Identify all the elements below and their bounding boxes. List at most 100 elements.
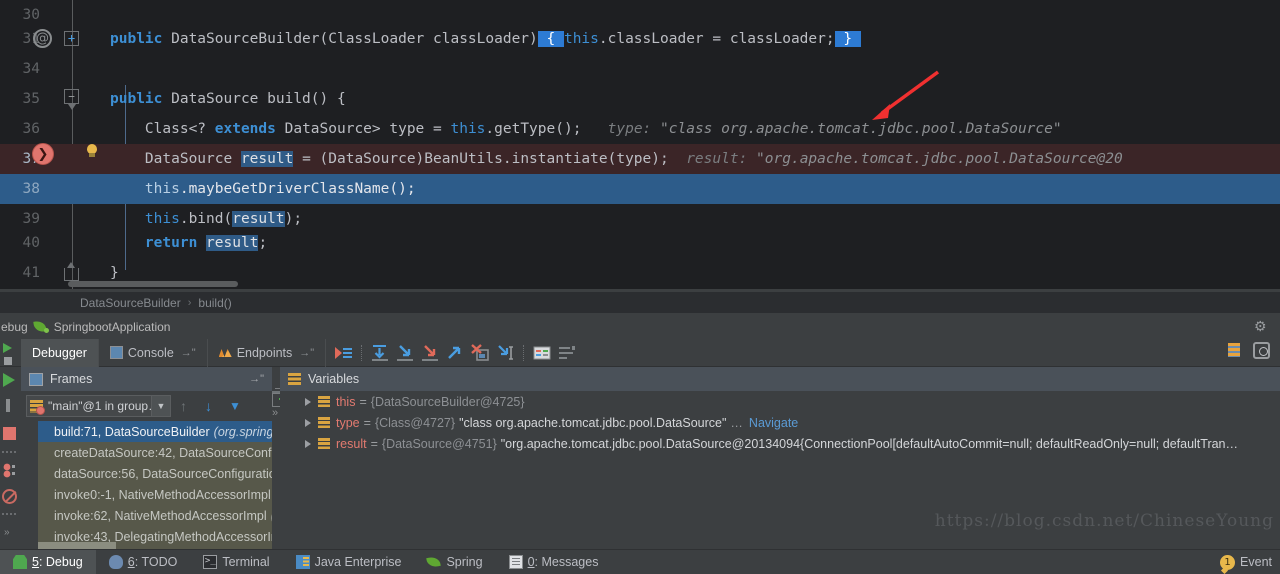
- variable-ellipsis: …: [730, 415, 743, 430]
- status-item-spring[interactable]: Spring: [414, 550, 495, 574]
- view-breakpoints-icon[interactable]: [2, 463, 17, 478]
- fold-start-icon[interactable]: −: [64, 89, 79, 110]
- frame-list-item[interactable]: invoke0:-1, NativeMethodAccessorImpl (s: [38, 484, 289, 505]
- code-line-breakpoint[interactable]: 37 DataSource result = (DataSource)BeanU…: [0, 144, 1280, 174]
- terminal-icon: >_: [203, 555, 218, 569]
- status-event-log[interactable]: 1 Event: [1220, 554, 1272, 570]
- gear-icon[interactable]: ⚙: [1254, 319, 1268, 333]
- variable-value: "org.apache.tomcat.jdbc.pool.DataSource@…: [500, 436, 1239, 451]
- variable-name: result: [336, 436, 367, 451]
- code-line[interactable]: 35 public DataSource build() {: [0, 84, 1280, 114]
- resume-program-icon[interactable]: [3, 373, 15, 387]
- status-item-todo[interactable]: 6: TODO: [96, 550, 191, 574]
- chevron-right-icon[interactable]: [302, 417, 314, 429]
- status-spring-label: Spring: [446, 555, 483, 569]
- arrow-down-icon[interactable]: [200, 396, 221, 417]
- step-out-icon[interactable]: [444, 342, 466, 364]
- resume-program-icon[interactable]: [3, 342, 12, 353]
- pause-program-icon[interactable]: [4, 356, 12, 365]
- code-line[interactable]: 31 public DataSourceBuilder(ClassLoader …: [0, 24, 1280, 54]
- code-line[interactable]: 36 Class<? extends DataSource> type = th…: [0, 114, 1280, 144]
- frame-list-item[interactable]: createDataSource:42, DataSourceConfigur: [38, 442, 289, 463]
- force-step-into-icon[interactable]: [419, 342, 441, 364]
- frame-list-item[interactable]: invoke:62, NativeMethodAccessorImpl (su: [38, 505, 289, 526]
- event-log-label[interactable]: Event: [1240, 555, 1272, 569]
- tab-console[interactable]: Console →": [99, 338, 208, 367]
- frames-pin-icon[interactable]: →": [249, 373, 264, 385]
- variable-row[interactable]: result = {DataSource@4751} "org.apache.t…: [280, 433, 1280, 454]
- evaluate-expression-icon[interactable]: [531, 342, 553, 364]
- frame-list-item[interactable]: dataSource:56, DataSourceConfiguration$: [38, 463, 289, 484]
- tab-endpoints-pin[interactable]: →": [299, 347, 314, 359]
- variables-list[interactable]: this = {DataSourceBuilder@4725} type = {…: [280, 391, 1280, 454]
- chevron-down-icon[interactable]: ▼: [151, 396, 170, 416]
- code-line[interactable]: 34: [0, 54, 1280, 84]
- variable-ref: {DataSourceBuilder@4725}: [370, 394, 525, 409]
- breadcrumb-item-class[interactable]: DataSourceBuilder: [80, 296, 181, 310]
- lightbulb-icon[interactable]: [85, 144, 99, 161]
- breakpoint-icon[interactable]: ❯: [32, 143, 54, 165]
- step-into-icon[interactable]: [394, 342, 416, 364]
- line-number: 35: [22, 91, 40, 107]
- variable-row[interactable]: this = {DataSourceBuilder@4725}: [280, 391, 1280, 412]
- mute-breakpoints-icon[interactable]: [2, 489, 17, 504]
- status-item-messages[interactable]: 0: Messages: [496, 550, 612, 574]
- code-line[interactable]: 40 return result;: [0, 228, 1280, 258]
- frames-title-label: Frames: [50, 372, 93, 386]
- frame-list-item[interactable]: build:71, DataSourceBuilder (org.springf…: [38, 421, 289, 442]
- run-to-cursor-icon[interactable]: [494, 342, 516, 364]
- search-icon[interactable]: [1253, 342, 1270, 359]
- code-editor[interactable]: 30 31 public DataSourceBuilder(ClassLoad…: [0, 0, 1280, 289]
- tab-endpoints[interactable]: Endpoints →": [208, 338, 327, 367]
- equals-sign: =: [370, 436, 378, 451]
- show-execution-point-icon[interactable]: [332, 342, 354, 364]
- breadcrumb-separator: ›: [187, 296, 192, 309]
- status-item-java-enterprise[interactable]: Java Enterprise: [283, 550, 415, 574]
- drop-frame-icon[interactable]: [469, 342, 491, 364]
- filter-icon[interactable]: [225, 396, 246, 417]
- step-over-icon[interactable]: [369, 342, 391, 364]
- frames-horizontal-scrollbar[interactable]: [38, 542, 116, 549]
- expand-fold-icon[interactable]: +: [64, 31, 79, 46]
- breadcrumb[interactable]: DataSourceBuilder › build(): [0, 292, 1280, 313]
- variable-row[interactable]: type = {Class@4727} "class org.apache.to…: [280, 412, 1280, 433]
- status-java-enterprise-label: Java Enterprise: [314, 555, 402, 569]
- code-line-current[interactable]: 38 this.maybeGetDriverClassName();: [0, 174, 1280, 204]
- inline-hint-label: result:: [686, 151, 748, 167]
- navigate-link[interactable]: Navigate: [749, 416, 798, 430]
- frames-list[interactable]: build:71, DataSourceBuilder (org.springf…: [38, 421, 289, 549]
- arrow-up-icon[interactable]: [175, 396, 196, 417]
- code-text: return result;: [144, 235, 268, 251]
- endpoints-icon: [219, 346, 232, 359]
- object-icon: [318, 396, 330, 407]
- debug-left-toolbar: »: [0, 367, 21, 549]
- layout-settings-icon[interactable]: [556, 342, 578, 364]
- chevron-right-icon[interactable]: [302, 396, 314, 408]
- java-enterprise-icon: [295, 555, 310, 569]
- status-item-debug[interactable]: 5: Debug: [0, 549, 96, 574]
- editor-horizontal-scrollbar[interactable]: [68, 281, 238, 287]
- code-text: this.maybeGetDriverClassName();: [144, 181, 416, 197]
- code-text: public DataSource build() {: [110, 91, 346, 107]
- stop-program-icon[interactable]: [3, 427, 16, 440]
- tab-debugger[interactable]: Debugger: [21, 338, 99, 367]
- idea-window: 30 31 public DataSourceBuilder(ClassLoad…: [0, 0, 1280, 574]
- more-options-icon[interactable]: »: [4, 527, 19, 542]
- debug-icon: [13, 555, 27, 569]
- chevron-right-icon[interactable]: [302, 438, 314, 450]
- watermark: https://blog.csdn.net/ChineseYoung: [934, 511, 1274, 531]
- database-icon[interactable]: [1226, 342, 1243, 359]
- tab-console-pin[interactable]: →": [181, 347, 196, 359]
- status-bar: 5: Debug 6: TODO >_ Terminal Java Enterp…: [0, 549, 1280, 574]
- fold-end-icon[interactable]: [64, 262, 79, 281]
- thread-selector[interactable]: "main"@1 in group… ▼: [26, 395, 171, 417]
- status-item-terminal[interactable]: >_ Terminal: [190, 550, 282, 574]
- breadcrumb-item-method[interactable]: build(): [198, 296, 231, 310]
- todo-icon: [108, 555, 123, 569]
- code-text: this.bind(result);: [144, 211, 303, 227]
- line-number: 38: [22, 181, 40, 197]
- run-configuration-name[interactable]: SpringbootApplication: [54, 320, 171, 334]
- debug-header-label: ebug: [1, 319, 28, 334]
- pause-program-icon[interactable]: [6, 399, 10, 412]
- annotation-at-icon[interactable]: @: [33, 29, 52, 48]
